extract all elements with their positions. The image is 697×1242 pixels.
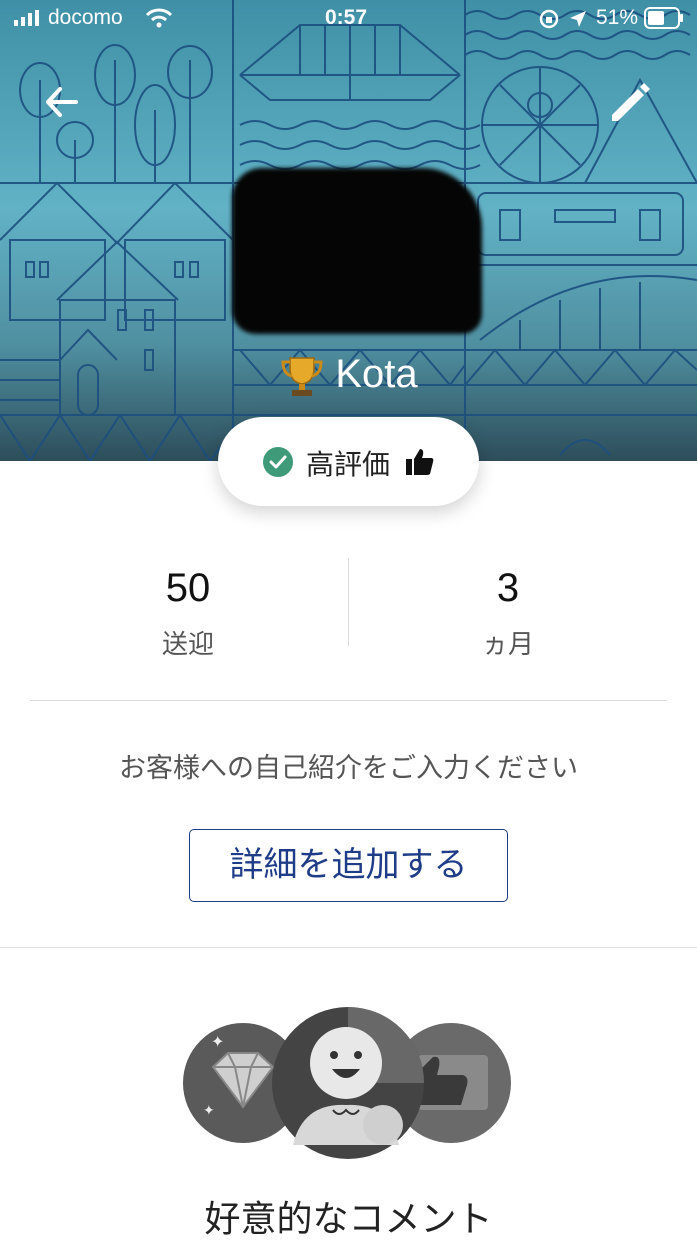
- stat-trips: 50 送迎: [14, 568, 362, 661]
- check-circle-icon: [263, 447, 293, 477]
- pencil-icon[interactable]: [608, 81, 652, 125]
- svg-text:✦: ✦: [211, 1032, 224, 1051]
- rotation-lock-icon: [539, 9, 559, 29]
- redacted-photo: [232, 168, 482, 334]
- battery-icon: [644, 7, 683, 29]
- comments-section-title: 好意的なコメント: [204, 1199, 493, 1240]
- rating-label: 高評価: [306, 448, 391, 481]
- stat-months-value: 3: [496, 566, 520, 610]
- driver-name: Kota: [335, 352, 418, 396]
- stat-trips-value: 50: [165, 566, 211, 610]
- stat-months: 3 ヵ月: [334, 568, 682, 661]
- wifi-icon: [145, 8, 173, 28]
- rating-badge: 高評価: [218, 417, 479, 506]
- arrow-left-icon[interactable]: [44, 84, 80, 120]
- section-divider-2: [0, 947, 697, 948]
- profile-header: docomo 0:57 51% Kota: [0, 0, 697, 461]
- intro-prompt: お客様への自己紹介をご入力ください: [119, 753, 578, 784]
- section-divider: [30, 700, 667, 701]
- svg-text:✦: ✦: [203, 1103, 215, 1119]
- compliments-illustration: ✦ ✦: [183, 1007, 511, 1159]
- stat-trips-label: 送迎: [161, 630, 214, 660]
- location-arrow-icon: [570, 11, 586, 27]
- signal-icon: [14, 10, 39, 26]
- stat-months-label: ヵ月: [481, 630, 534, 660]
- carrier-name: docomo: [48, 6, 123, 29]
- smiling-face-icon: [272, 1007, 424, 1159]
- trophy-icon: [281, 357, 323, 397]
- status-time: 0:57: [325, 6, 368, 29]
- thumbs-up-icon: [406, 449, 434, 475]
- stats-divider: [348, 558, 349, 646]
- driver-name-row: Kota: [0, 352, 697, 398]
- status-bar: docomo 0:57 51%: [0, 0, 697, 36]
- battery-percent: 51%: [596, 6, 639, 29]
- add-details-button[interactable]: 詳細を追加する: [189, 829, 508, 902]
